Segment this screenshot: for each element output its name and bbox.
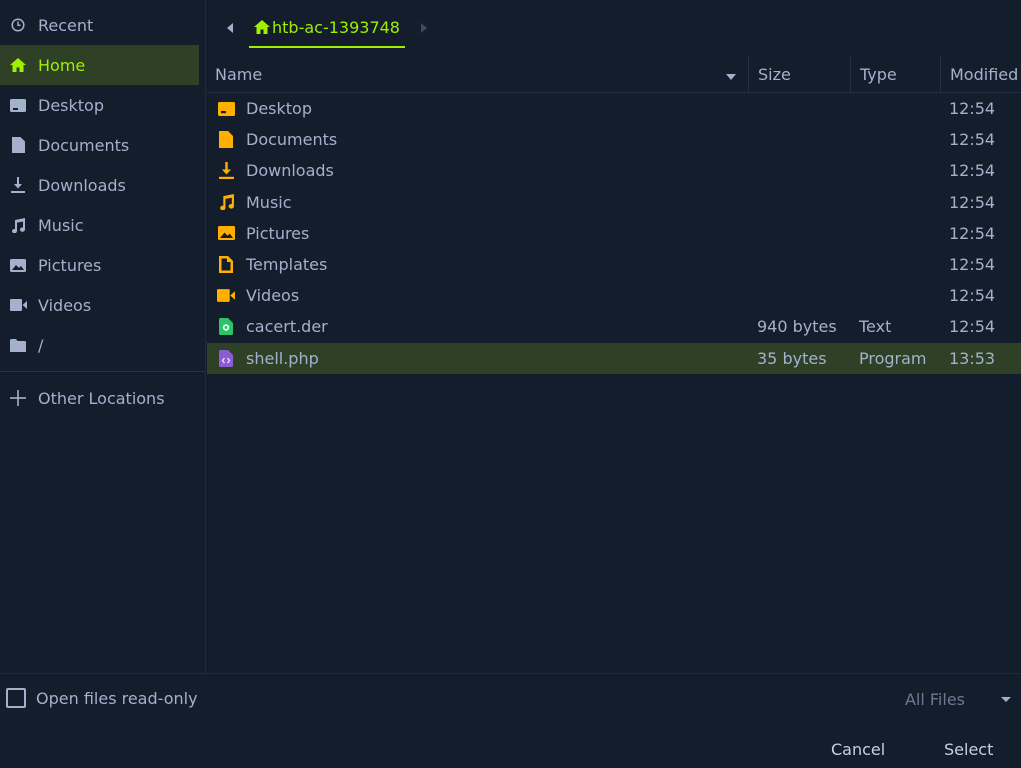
file-size: 35 bytes — [757, 348, 827, 368]
file-type: Program — [859, 348, 927, 368]
file-row-music[interactable]: Music 12:54 — [207, 187, 1021, 218]
file-row-documents[interactable]: Documents 12:54 — [207, 124, 1021, 155]
file-modified: 12:54 — [949, 255, 996, 275]
column-header-type[interactable]: Type — [850, 55, 940, 93]
file-chooser-dialog: Recent Home Desktop Documents Downloads — [0, 0, 1021, 768]
file-modified: 12:54 — [949, 192, 996, 212]
document-folder-icon — [217, 131, 235, 149]
certificate-file-icon — [217, 318, 235, 336]
file-modified: 13:53 — [949, 348, 996, 368]
sidebar-item-label: Home — [38, 55, 86, 75]
sidebar-item-label: / — [38, 335, 44, 355]
column-header-type-label: Type — [860, 64, 897, 84]
sidebar-item-desktop[interactable]: Desktop — [0, 85, 205, 125]
sidebar-item-root[interactable]: / — [0, 325, 205, 365]
sidebar-item-label: Recent — [38, 15, 94, 35]
file-modified: 12:54 — [949, 286, 996, 306]
select-button[interactable]: Select — [944, 740, 993, 759]
file-name: shell.php — [246, 348, 319, 368]
file-row-desktop[interactable]: Desktop 12:54 — [207, 93, 1021, 124]
file-row-downloads[interactable]: Downloads 12:54 — [207, 155, 1021, 186]
file-modified: 12:54 — [949, 99, 996, 119]
chevron-down-icon — [1001, 697, 1011, 702]
picture-icon — [9, 256, 27, 274]
file-filter-label: All Files — [904, 690, 965, 709]
file-name: Desktop — [246, 99, 312, 119]
column-header-modified-label: Modified — [950, 64, 1019, 84]
file-row-cacert[interactable]: cacert.der 940 bytes Text 12:54 — [207, 311, 1021, 342]
videos-folder-icon — [217, 287, 235, 305]
column-header-name[interactable]: Name — [207, 65, 748, 84]
file-modified: 12:54 — [949, 317, 996, 337]
file-modified: 12:54 — [949, 161, 996, 181]
path-forward-arrow-icon[interactable] — [417, 21, 431, 35]
sidebar-item-music[interactable]: Music — [0, 205, 205, 245]
music-icon — [9, 216, 27, 234]
column-header-modified[interactable]: Modified — [940, 55, 1021, 93]
desktop-icon — [9, 96, 27, 114]
checkbox-box[interactable] — [6, 688, 26, 708]
read-only-checkbox[interactable]: Open files read-only — [6, 688, 198, 708]
cancel-button[interactable]: Cancel — [831, 740, 885, 759]
path-bar: htb-ac-1393748 — [207, 0, 1021, 56]
document-icon — [9, 136, 27, 154]
plus-icon — [9, 389, 27, 407]
column-header-name-label: Name — [215, 64, 263, 84]
file-row-videos[interactable]: Videos 12:54 — [207, 280, 1021, 311]
path-back-arrow-icon[interactable] — [223, 21, 237, 35]
file-size: 940 bytes — [757, 317, 837, 337]
file-list-header: Name Size Type Modified — [207, 55, 1021, 93]
read-only-label: Open files read-only — [36, 688, 198, 708]
sidebar-item-label: Downloads — [38, 175, 126, 195]
file-name: Music — [246, 192, 292, 212]
home-icon — [9, 56, 27, 74]
sidebar-separator — [0, 371, 205, 372]
file-row-shell-php[interactable]: shell.php 35 bytes Program 13:53 — [207, 342, 1021, 374]
file-type: Text — [859, 317, 892, 337]
sidebar-item-label: Pictures — [38, 255, 102, 275]
sidebar-item-pictures[interactable]: Pictures — [0, 245, 205, 285]
sidebar-item-label: Other Locations — [38, 388, 165, 408]
sidebar-item-label: Documents — [38, 135, 130, 155]
sidebar-item-other-locations[interactable]: Other Locations — [0, 378, 205, 418]
file-name: Videos — [246, 286, 300, 306]
file-row-pictures[interactable]: Pictures 12:54 — [207, 218, 1021, 249]
file-list: Name Size Type Modified Desktop 12:54 Do… — [207, 55, 1021, 673]
sidebar-item-recent[interactable]: Recent — [0, 5, 205, 45]
file-name: Documents — [246, 130, 338, 150]
dialog-footer: Open files read-only All Files Cancel Se… — [0, 673, 1021, 768]
file-modified: 12:54 — [949, 223, 996, 243]
sidebar-item-label: Desktop — [38, 95, 104, 115]
php-file-icon — [217, 349, 235, 367]
file-row-templates[interactable]: Templates 12:54 — [207, 249, 1021, 280]
templates-folder-icon — [217, 256, 235, 274]
pictures-folder-icon — [217, 224, 235, 242]
sidebar-item-documents[interactable]: Documents — [0, 125, 205, 165]
sidebar-item-downloads[interactable]: Downloads — [0, 165, 205, 205]
sidebar-item-label: Music — [38, 215, 84, 235]
file-name: Templates — [246, 255, 328, 275]
video-icon — [9, 296, 27, 314]
file-name: Downloads — [246, 161, 334, 181]
folder-icon — [9, 336, 27, 354]
path-crumb-home[interactable]: htb-ac-1393748 — [249, 8, 405, 48]
home-icon — [254, 20, 270, 34]
file-name: Pictures — [246, 223, 310, 243]
music-folder-icon — [217, 193, 235, 211]
sidebar-item-label: Videos — [38, 295, 92, 315]
places-sidebar: Recent Home Desktop Documents Downloads — [0, 0, 206, 673]
file-filter-dropdown[interactable]: All Files — [905, 690, 1011, 709]
sidebar-item-home[interactable]: Home — [0, 45, 199, 85]
sidebar-item-videos[interactable]: Videos — [0, 285, 205, 325]
column-header-size-label: Size — [758, 64, 791, 84]
download-folder-icon — [217, 162, 235, 180]
file-name: cacert.der — [246, 317, 328, 337]
column-header-size[interactable]: Size — [748, 55, 850, 93]
file-modified: 12:54 — [949, 130, 996, 150]
download-icon — [9, 176, 27, 194]
path-crumb-label: htb-ac-1393748 — [272, 17, 400, 37]
clock-icon — [9, 16, 27, 34]
sort-descending-icon — [726, 65, 736, 84]
desktop-folder-icon — [217, 100, 235, 118]
